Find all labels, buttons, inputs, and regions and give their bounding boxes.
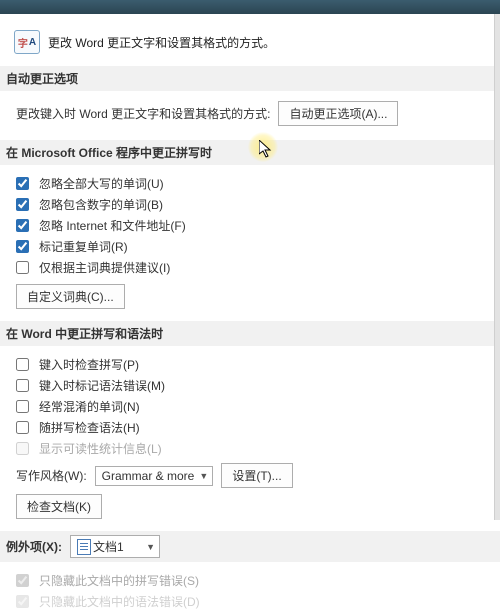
chk-grammar-with-spell[interactable] bbox=[16, 421, 29, 434]
chk-readability bbox=[16, 442, 29, 455]
proofing-icon: 字A bbox=[14, 30, 40, 54]
writing-style-label: 写作风格(W): bbox=[16, 467, 87, 484]
writing-style-select[interactable]: Grammar & more ▼ bbox=[95, 466, 214, 486]
options-panel: 字A 更改 Word 更正文字和设置其格式的方式。 自动更正选项 更改键入时 W… bbox=[0, 14, 500, 610]
chk-ignore-internet[interactable] bbox=[16, 219, 29, 232]
exceptions-doc-select[interactable]: 文档1 ▼ bbox=[70, 535, 160, 558]
section-office-spell: 在 Microsoft Office 程序中更正拼写时 bbox=[0, 140, 500, 165]
lbl-ignore-numbers: 忽略包含数字的单词(B) bbox=[39, 196, 163, 213]
chk-flag-repeated[interactable] bbox=[16, 240, 29, 253]
lbl-grammar-with-spell: 随拼写检查语法(H) bbox=[39, 419, 140, 436]
lbl-check-typing: 键入时检查拼写(P) bbox=[39, 356, 139, 373]
custom-dictionaries-button[interactable]: 自定义词典(C)... bbox=[16, 284, 125, 309]
section-exceptions: 例外项(X): 文档1 ▼ bbox=[0, 531, 500, 562]
exceptions-label: 例外项(X): bbox=[6, 538, 62, 555]
section-word-spell: 在 Word 中更正拼写和语法时 bbox=[0, 321, 500, 346]
chk-confused-words[interactable] bbox=[16, 400, 29, 413]
section-autocorrect: 自动更正选项 bbox=[0, 66, 500, 91]
page-title: 更改 Word 更正文字和设置其格式的方式。 bbox=[48, 34, 275, 51]
chk-check-typing[interactable] bbox=[16, 358, 29, 371]
writing-style-settings-button[interactable]: 设置(T)... bbox=[221, 463, 292, 488]
autocorrect-desc: 更改键入时 Word 更正文字和设置其格式的方式: bbox=[16, 105, 270, 122]
chk-hide-spell-doc bbox=[16, 574, 29, 587]
chevron-down-icon: ▼ bbox=[146, 542, 155, 552]
window-titlebar bbox=[0, 0, 500, 14]
chk-ignore-numbers[interactable] bbox=[16, 198, 29, 211]
lbl-readability: 显示可读性统计信息(L) bbox=[39, 440, 162, 457]
lbl-ignore-uppercase: 忽略全部大写的单词(U) bbox=[39, 175, 164, 192]
lbl-mark-grammar-typing: 键入时标记语法错误(M) bbox=[39, 377, 165, 394]
lbl-ignore-internet: 忽略 Internet 和文件地址(F) bbox=[39, 217, 186, 234]
document-icon bbox=[77, 539, 91, 555]
lbl-main-dict-only: 仅根据主词典提供建议(I) bbox=[39, 259, 170, 276]
lbl-flag-repeated: 标记重复单词(R) bbox=[39, 238, 128, 255]
scrollbar-gutter bbox=[494, 14, 500, 520]
lbl-hide-grammar-doc: 只隐藏此文档中的语法错误(D) bbox=[39, 593, 200, 610]
chk-mark-grammar-typing[interactable] bbox=[16, 379, 29, 392]
chk-hide-grammar-doc bbox=[16, 595, 29, 608]
chk-ignore-uppercase[interactable] bbox=[16, 177, 29, 190]
autocorrect-options-button[interactable]: 自动更正选项(A)... bbox=[278, 101, 398, 126]
chk-main-dict-only[interactable] bbox=[16, 261, 29, 274]
chevron-down-icon: ▼ bbox=[199, 471, 208, 481]
lbl-confused-words: 经常混淆的单词(N) bbox=[39, 398, 140, 415]
check-document-button[interactable]: 检查文档(K) bbox=[16, 494, 102, 519]
lbl-hide-spell-doc: 只隐藏此文档中的拼写错误(S) bbox=[39, 572, 199, 589]
